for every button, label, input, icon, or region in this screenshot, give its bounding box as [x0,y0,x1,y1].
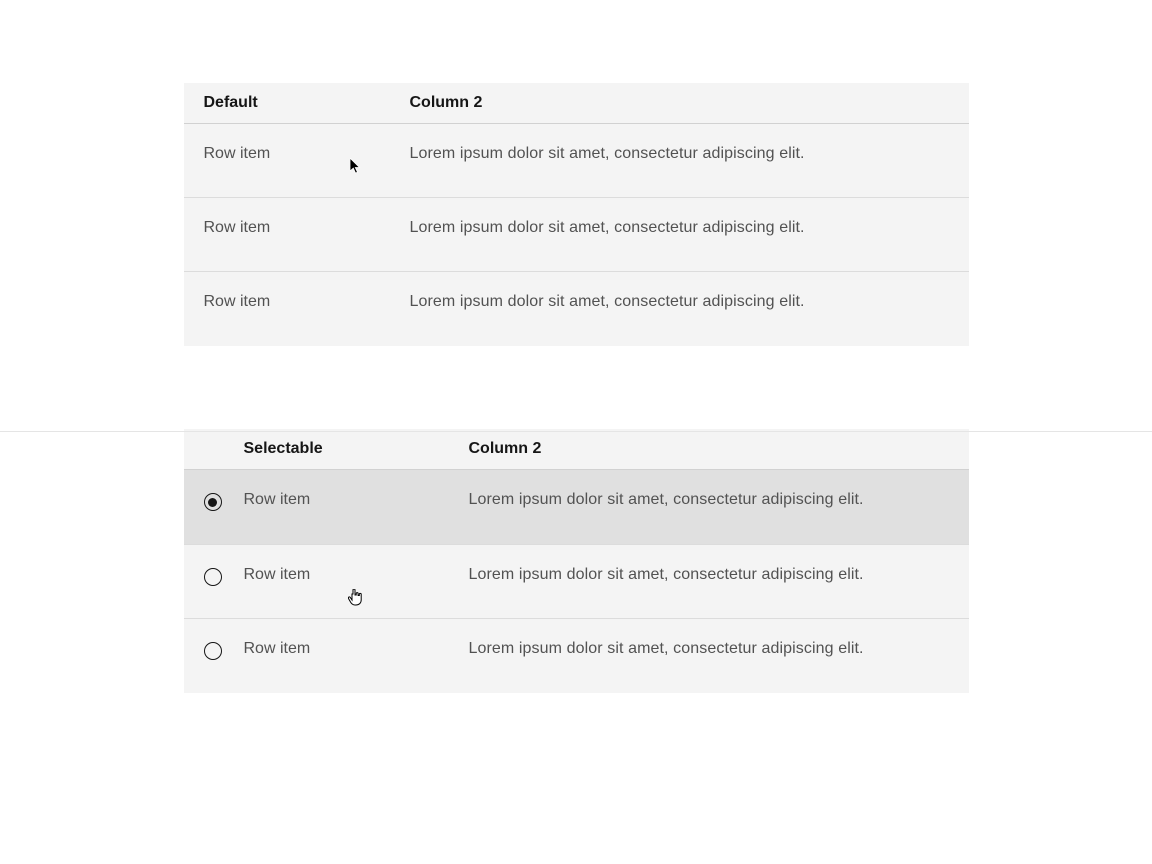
radio-cell [184,491,244,511]
row-cell: Row item [184,145,410,163]
column-header: Default [184,94,410,112]
selectable-data-table: Selectable Column 2 Row item Lorem ipsum… [184,429,969,693]
row-cell: Lorem ipsum dolor sit amet, consectetur … [469,640,864,658]
radio-button[interactable] [204,642,222,660]
row-cell: Row item [184,219,410,237]
row-cell: Lorem ipsum dolor sit amet, consectetur … [469,491,864,509]
column-header: Selectable [184,440,469,458]
row-cell: Lorem ipsum dolor sit amet, consectetur … [469,566,864,584]
table-header: Default Column 2 [184,83,969,124]
table-row: Row item Lorem ipsum dolor sit amet, con… [184,198,969,272]
table-header: Selectable Column 2 [184,429,969,470]
radio-button[interactable] [204,568,222,586]
radio-cell [184,640,244,660]
radio-cell [184,566,244,586]
row-cell: Lorem ipsum dolor sit amet, consectetur … [410,293,805,311]
table-row[interactable]: Row item Lorem ipsum dolor sit amet, con… [184,470,969,545]
table-row[interactable]: Row item Lorem ipsum dolor sit amet, con… [184,545,969,619]
section-divider [0,431,1152,432]
row-cell: Lorem ipsum dolor sit amet, consectetur … [410,145,805,163]
row-cell: Lorem ipsum dolor sit amet, consectetur … [410,219,805,237]
column-header: Column 2 [410,94,483,112]
row-cell: Row item [244,491,469,509]
column-header: Column 2 [469,440,542,458]
row-cell: Row item [244,640,469,658]
table-row: Row item Lorem ipsum dolor sit amet, con… [184,272,969,346]
row-cell: Row item [244,566,469,584]
row-cell: Row item [184,293,410,311]
table-row: Row item Lorem ipsum dolor sit amet, con… [184,124,969,198]
radio-button-selected[interactable] [204,493,222,511]
table-row[interactable]: Row item Lorem ipsum dolor sit amet, con… [184,619,969,693]
default-data-table: Default Column 2 Row item Lorem ipsum do… [184,83,969,346]
